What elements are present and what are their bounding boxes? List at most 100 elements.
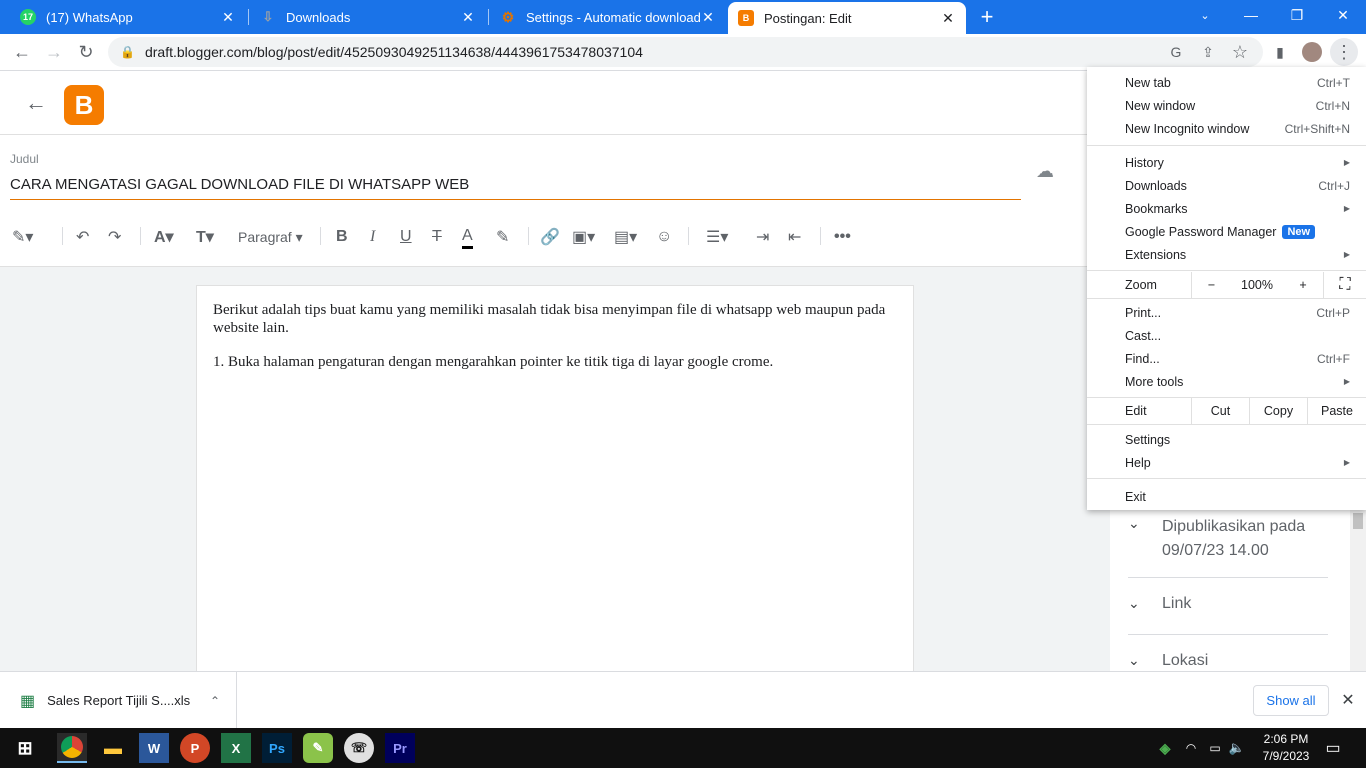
new-tab-plus-icon[interactable]: + (973, 3, 1001, 31)
kebab-menu-icon[interactable]: ⋮ (1330, 38, 1358, 66)
indent-icon[interactable]: ⇥ (756, 225, 769, 249)
minimize-icon[interactable]: — (1228, 0, 1274, 30)
font-icon[interactable]: A▾ (154, 225, 174, 249)
back-arrow-icon[interactable]: ← (8, 38, 36, 66)
image-icon[interactable]: ▣▾ (572, 225, 595, 249)
word-icon[interactable]: W (139, 733, 169, 763)
notifications-icon[interactable]: ▭ (1318, 733, 1348, 763)
link-icon[interactable]: 🔗 (540, 225, 560, 249)
excel-icon[interactable]: X (221, 733, 251, 763)
side-panel-icon[interactable]: ▮ (1266, 38, 1294, 66)
highlight-icon[interactable]: ✎ (496, 225, 509, 249)
file-explorer-icon[interactable]: ▬ (98, 733, 128, 763)
menu-new-window[interactable]: New window Ctrl+N (1087, 94, 1366, 117)
translate-icon[interactable]: G (1162, 38, 1190, 66)
close-download-bar-icon[interactable]: ✕ (1334, 686, 1362, 714)
menu-cast[interactable]: Cast... (1087, 324, 1366, 347)
link-section[interactable]: ⌄ Link (1128, 595, 1328, 613)
menu-more-tools[interactable]: More tools ▶ (1087, 370, 1366, 393)
video-icon[interactable]: ▤▾ (614, 225, 637, 249)
windows-start-icon[interactable]: ⊞ (10, 733, 40, 763)
new-badge: New (1282, 224, 1316, 239)
align-icon[interactable]: ☰▾ (706, 225, 728, 249)
pencil-mode-icon[interactable]: ✎▾ (12, 225, 33, 249)
menu-new-tab[interactable]: New tab Ctrl+T (1087, 71, 1366, 94)
post-body-editor[interactable]: Berikut adalah tips buat kamu yang memil… (196, 285, 914, 671)
chevron-up-icon[interactable]: ⌃ (210, 694, 220, 708)
window-close-icon[interactable]: ✕ (1320, 0, 1366, 30)
menu-extensions[interactable]: Extensions ▶ (1087, 243, 1366, 266)
gear-icon: ⚙ (501, 8, 515, 25)
menu-incognito[interactable]: New Incognito window Ctrl+Shift+N (1087, 117, 1366, 140)
menu-downloads[interactable]: Downloads Ctrl+J (1087, 174, 1366, 197)
emoji-icon[interactable]: ☺ (656, 225, 672, 249)
paste-button[interactable]: Paste (1307, 398, 1366, 424)
fullscreen-icon[interactable]: ⛶ (1323, 272, 1366, 298)
menu-exit[interactable]: Exit (1087, 485, 1366, 508)
close-icon[interactable]: ✕ (460, 9, 476, 26)
browser-toolbar: ← → ↻ 🔒 draft.blogger.com/blog/post/edit… (0, 34, 1366, 71)
menu-divider (1087, 270, 1366, 271)
reload-icon[interactable]: ↻ (72, 38, 100, 66)
address-bar[interactable]: 🔒 draft.blogger.com/blog/post/edit/45250… (108, 37, 1263, 67)
download-item[interactable]: ▦ Sales Report Tijili S....xls ⌃ (0, 672, 237, 729)
cut-button[interactable]: Cut (1191, 398, 1249, 424)
bookmark-star-icon[interactable]: ☆ (1226, 38, 1254, 66)
share-icon[interactable]: ⇪ (1194, 38, 1222, 66)
menu-help[interactable]: Help ▶ (1087, 451, 1366, 474)
more-options-icon[interactable]: ••• (834, 225, 851, 249)
chevron-down-icon: ⌄ (1128, 595, 1140, 611)
zoom-in-button[interactable]: + (1283, 272, 1323, 298)
text-color-icon[interactable]: A (462, 225, 473, 249)
menu-print[interactable]: Print... Ctrl+P (1087, 301, 1366, 324)
powerpoint-icon[interactable]: P (180, 733, 210, 763)
redo-icon[interactable]: ↷ (108, 225, 121, 249)
tab-search-chevron-icon[interactable]: ⌄ (1182, 0, 1228, 30)
location-section[interactable]: ⌄ Lokasi (1128, 652, 1328, 670)
close-icon[interactable]: ✕ (700, 9, 716, 26)
tab-settings[interactable]: ⚙ Settings - Automatic downloads ✕ (490, 0, 726, 34)
restore-icon[interactable]: ❐ (1274, 0, 1320, 30)
tab-downloads[interactable]: ⇩ Downloads ✕ (250, 0, 486, 34)
menu-password-manager[interactable]: Google Password Manager New (1087, 220, 1366, 243)
photoshop-icon[interactable]: Ps (262, 733, 292, 763)
scrollbar[interactable] (1350, 507, 1366, 671)
undo-icon[interactable]: ↶ (76, 225, 89, 249)
blogger-logo[interactable]: B (64, 85, 104, 125)
published-section[interactable]: ⌄ Dipublikasikan pada 09/07/23 14.00 (1128, 515, 1328, 563)
zoom-out-button[interactable]: − (1191, 272, 1231, 298)
menu-settings[interactable]: Settings (1087, 428, 1366, 451)
tab-postingan-edit[interactable]: B Postingan: Edit ✕ (728, 2, 966, 34)
windows-taskbar: ⊞ ▬ W P X Ps ✎ ☏ Pr ◈ ◠ ▭ 🔈 2:06 PM 7/9/… (0, 728, 1366, 768)
menu-divider (1087, 478, 1366, 479)
whatsapp-taskbar-icon[interactable]: ☏ (344, 733, 374, 763)
close-icon[interactable]: ✕ (220, 9, 236, 26)
underline-icon[interactable]: U (400, 225, 412, 249)
tab-whatsapp[interactable]: 17 (17) WhatsApp ✕ (10, 0, 246, 34)
profile-avatar[interactable] (1298, 38, 1326, 66)
scrollbar-thumb[interactable] (1353, 513, 1363, 529)
font-size-icon[interactable]: T▾ (196, 225, 214, 249)
paragraph-style-dropdown[interactable]: Paragraf ▾ (238, 225, 303, 249)
menu-bookmarks[interactable]: Bookmarks ▶ (1087, 197, 1366, 220)
coreldraw-icon[interactable]: ✎ (303, 733, 333, 763)
outdent-icon[interactable]: ⇤ (788, 225, 801, 249)
premiere-icon[interactable]: Pr (385, 733, 415, 763)
tab-title: Settings - Automatic downloads (526, 9, 700, 25)
copy-button[interactable]: Copy (1249, 398, 1307, 424)
close-icon[interactable]: ✕ (940, 10, 956, 27)
submenu-arrow-icon: ▶ (1343, 158, 1350, 167)
forward-arrow-icon[interactable]: → (40, 38, 68, 66)
bold-icon[interactable]: B (336, 225, 348, 249)
back-arrow-icon[interactable]: ← (22, 89, 50, 117)
chrome-taskbar-icon[interactable] (57, 733, 87, 763)
title-input[interactable]: CARA MENGATASI GAGAL DOWNLOAD FILE DI WH… (10, 176, 1021, 200)
show-all-button[interactable]: Show all (1253, 685, 1329, 716)
location-label: Lokasi (1162, 652, 1209, 669)
italic-icon[interactable]: I (370, 225, 375, 249)
menu-history[interactable]: History ▶ (1087, 151, 1366, 174)
taskbar-clock[interactable]: 2:06 PM 7/9/2023 (1256, 731, 1316, 765)
volume-icon[interactable]: 🔈 (1222, 733, 1252, 763)
strikethrough-icon[interactable]: T (432, 225, 442, 249)
menu-find[interactable]: Find... Ctrl+F (1087, 347, 1366, 370)
